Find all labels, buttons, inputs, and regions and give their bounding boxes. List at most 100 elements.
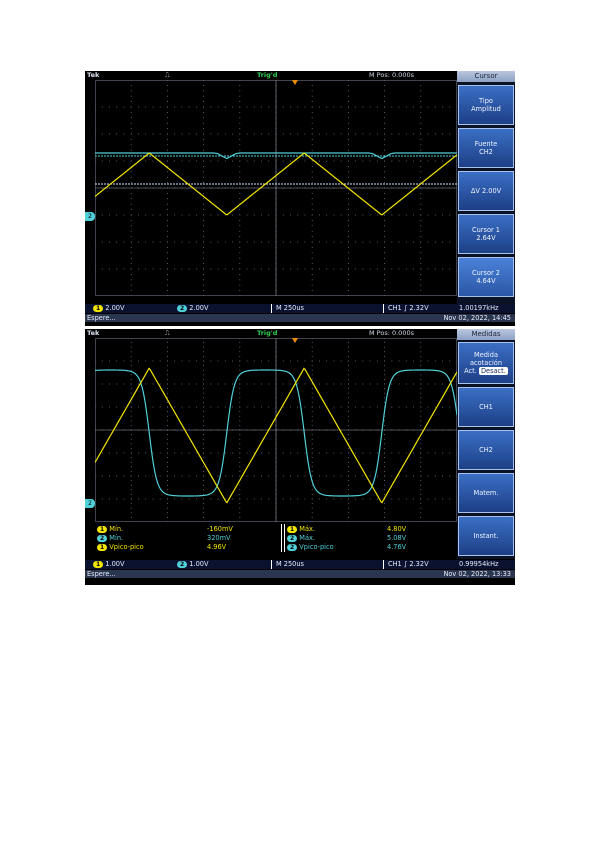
grid-dot [282,406,284,408]
grid-dot [130,247,132,248]
grid-dot [311,203,313,205]
grid-dot [348,466,349,468]
grid-dot [116,214,118,216]
timebase[interactable]: M 250us [271,304,304,313]
grid-dot [340,475,342,477]
grid-dot [239,452,241,454]
grid-dot [442,383,443,385]
grid-dot [391,268,393,270]
grid-dot [203,209,204,210]
measures-menu: Medidas Medida acotación Act. Desact. CH… [457,329,515,559]
grid-dot [130,342,132,343]
grid-dot [348,397,349,399]
grid-dot [311,438,313,440]
grid-dot [398,268,400,270]
grid-dot [203,388,204,389]
grid-dot [311,230,313,232]
grid-dot [239,182,241,183]
snapshot-button[interactable]: Instant. [458,516,514,556]
grid-dot [405,383,407,385]
grid-dot [167,365,168,366]
grid-dot [130,494,132,495]
grid-dot [297,452,299,454]
grid-dot [167,507,168,509]
ch2-measure-button[interactable]: CH2 [458,430,514,470]
measurement-row: 2 Máx. 5.08V [287,534,455,543]
grid-dot [311,209,313,210]
ch1-scale[interactable]: 1 2.00V [93,304,125,313]
grid-dot [239,388,241,389]
grid-dot [109,452,110,454]
grid-dot [195,214,197,216]
grid-dot [340,160,342,162]
grid-dot [130,351,132,353]
grid-dot [195,268,197,270]
grid-dot [384,193,385,194]
grid-dot [138,475,139,477]
grid-dot [181,214,183,216]
grid-dot [181,406,183,408]
measure-label: Vpico-pico [299,543,334,551]
grid-dot [384,279,385,281]
grid-dot [420,274,422,275]
grid-dot [203,402,204,403]
grid-dot [311,489,313,491]
grid-dot [239,90,241,92]
ch2-scale[interactable]: 2 1.00V [177,560,209,569]
grid-dot [239,484,241,486]
measure-value: -160mV [207,525,233,533]
cursor-source-button[interactable]: Fuente CH2 [458,128,514,168]
grid-dot [130,193,132,194]
grid-dot [217,360,219,362]
grid-dot [384,252,385,254]
grid-dot [420,374,422,376]
cursor-menu: Cursor Tipo Amplitud Fuente CH2 ΔV 2.00V… [457,71,515,304]
grid-dot [420,448,422,449]
ch2-scale[interactable]: 2 2.00V [177,304,209,313]
grid-dot [442,160,443,162]
grid-dot [203,415,204,417]
ch2-badge: 2 [177,560,188,568]
grid-dot [130,230,132,232]
grid-dot [167,461,168,463]
grid-dot [348,236,349,237]
grid-dot [167,128,168,129]
grid-dot [167,356,168,357]
grid-dot [239,507,241,509]
grid-dot [304,383,306,385]
cursor-1-button[interactable]: Cursor 1 2.64V [458,214,514,254]
grid-dot [282,214,284,216]
ch1-measure-button[interactable]: CH1 [458,387,514,427]
cursor-2-button[interactable]: Cursor 2 4.64V [458,257,514,297]
grid-dot [239,220,241,221]
grid-dot [311,149,313,151]
grid-dot [181,241,183,243]
grid-dot [239,351,241,353]
grid-dot [362,241,364,243]
grid-dot [297,133,299,135]
grid-dot [319,406,320,408]
grid-dot [145,383,147,385]
grid-dot [203,503,204,504]
ch1-scale[interactable]: 1 1.00V [93,560,125,569]
grid-dot [239,128,241,129]
grid-dot [239,274,241,275]
grid-dot [203,411,204,412]
grid-dot [232,498,233,500]
grid-dot [348,512,349,514]
grid-dot [384,144,385,146]
grid-dot [181,383,183,385]
timebase[interactable]: M 250us [271,560,304,569]
grid-dot [369,475,371,477]
grid-dot [116,383,118,385]
delta-v-button[interactable]: ΔV 2.00V [458,171,514,211]
grid-dot [167,392,168,394]
cursor-type-button[interactable]: Tipo Amplitud [458,85,514,125]
grid-dot [427,106,429,108]
gating-button[interactable]: Medida acotación Act. Desact. [458,342,514,384]
grid-dot [311,139,313,140]
grid-dot [434,475,436,477]
grid-dot [239,438,241,440]
grid-dot [427,406,429,408]
math-measure-button[interactable]: Matem. [458,473,514,513]
